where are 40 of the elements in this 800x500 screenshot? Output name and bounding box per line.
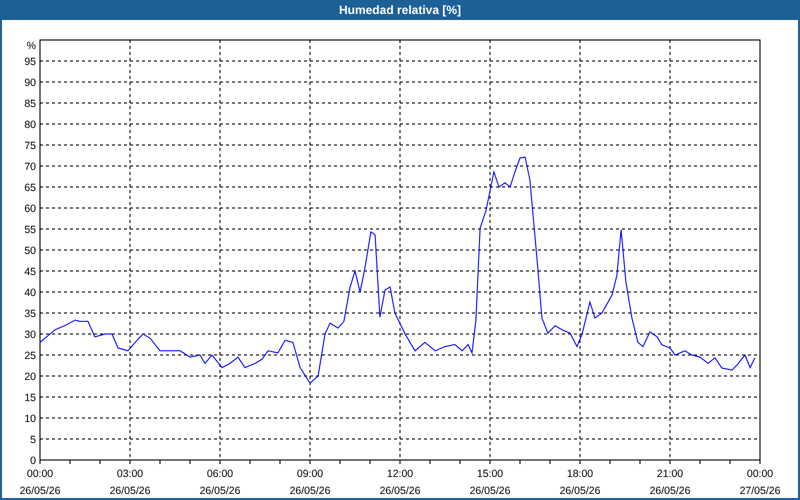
y-tick-label: 25 bbox=[24, 350, 36, 362]
x-tick-date: 26/05/26 bbox=[20, 485, 60, 497]
y-tick-label: 75 bbox=[24, 140, 36, 152]
x-tick-time: 00:00 bbox=[746, 468, 774, 480]
y-tick-label: 5 bbox=[30, 434, 36, 446]
y-tick-label: 60 bbox=[24, 203, 36, 215]
x-tick-time: 00:00 bbox=[26, 468, 54, 480]
y-tick-label: 95 bbox=[24, 56, 36, 68]
y-tick-label: 85 bbox=[24, 98, 36, 110]
x-tick-date: 26/05/26 bbox=[110, 485, 150, 497]
y-tick-label: 15 bbox=[24, 392, 36, 404]
y-tick-label: 30 bbox=[24, 329, 36, 341]
y-tick-label: 65 bbox=[24, 182, 36, 194]
x-tick-date: 27/05/26 bbox=[740, 485, 780, 497]
x-tick-date: 26/05/26 bbox=[560, 485, 600, 497]
x-tick-time: 18:00 bbox=[566, 468, 594, 480]
x-tick-date: 26/05/26 bbox=[470, 485, 510, 497]
y-tick-label: 70 bbox=[24, 161, 36, 173]
y-axis-unit: % bbox=[26, 40, 36, 52]
y-tick-label: 35 bbox=[24, 308, 36, 320]
y-tick-label: 10 bbox=[24, 413, 36, 425]
y-tick-label: 40 bbox=[24, 287, 36, 299]
y-tick-label: 50 bbox=[24, 245, 36, 257]
y-tick-label: 55 bbox=[24, 224, 36, 236]
window-title: Humedad relativa [%] bbox=[338, 2, 462, 19]
x-tick-time: 09:00 bbox=[296, 468, 324, 480]
x-tick-date: 26/05/26 bbox=[200, 485, 240, 497]
x-tick-date: 26/05/26 bbox=[650, 485, 690, 497]
x-tick-date: 26/05/26 bbox=[380, 485, 420, 497]
x-tick-time: 21:00 bbox=[656, 468, 684, 480]
y-tick-label: 90 bbox=[24, 77, 36, 89]
x-tick-time: 03:00 bbox=[116, 468, 144, 480]
y-tick-label: 20 bbox=[24, 371, 36, 383]
x-tick-date: 26/05/26 bbox=[290, 485, 330, 497]
y-tick-label: 45 bbox=[24, 266, 36, 278]
x-tick-time: 12:00 bbox=[386, 468, 414, 480]
x-tick-time: 06:00 bbox=[206, 468, 234, 480]
y-tick-label: 0 bbox=[30, 455, 36, 467]
x-tick-time: 15:00 bbox=[476, 468, 504, 480]
y-tick-label: 80 bbox=[24, 119, 36, 131]
